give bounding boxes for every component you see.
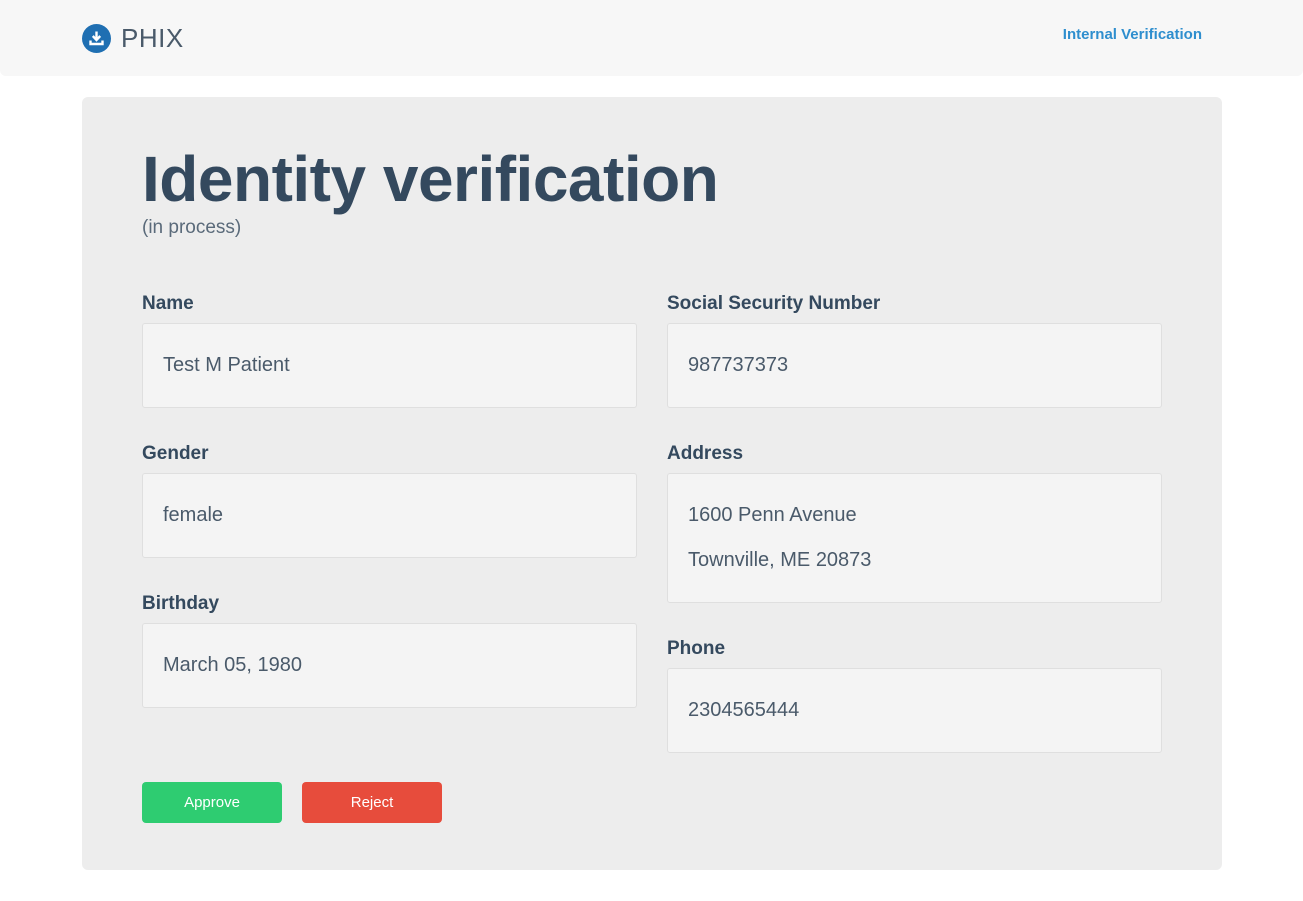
ssn-value: 987737373 [688, 354, 789, 376]
address-line-2: Townville, ME 20873 [688, 549, 872, 571]
name-label: Name [142, 293, 194, 314]
name-value-box: Test M Patient [142, 323, 637, 408]
verification-panel: Identity verification (in process) Name … [82, 97, 1222, 870]
gender-field: Gender female [142, 443, 637, 558]
birthday-value: March 05, 1980 [163, 654, 302, 676]
page-title: Identity verification [142, 143, 719, 215]
brand[interactable]: PHIX [82, 22, 184, 54]
brand-name: PHIX [121, 22, 184, 53]
navbar: PHIX Internal Verification [0, 0, 1303, 76]
approve-button[interactable]: Approve [142, 782, 282, 823]
ssn-value-box: 987737373 [667, 323, 1162, 408]
ssn-field: Social Security Number 987737373 [667, 293, 1162, 408]
phone-label: Phone [667, 638, 726, 659]
download-icon [82, 23, 111, 53]
phone-field: Phone 2304565444 [667, 638, 1162, 753]
address-label: Address [667, 443, 744, 464]
ssn-label: Social Security Number [667, 293, 881, 314]
gender-value-box: female [142, 473, 637, 558]
status-subtitle: (in process) [142, 217, 242, 238]
nav-link-internal-verification[interactable]: Internal Verification [1063, 26, 1202, 43]
birthday-value-box: March 05, 1980 [142, 623, 637, 708]
address-line-1: 1600 Penn Avenue [688, 504, 857, 526]
reject-button[interactable]: Reject [302, 782, 442, 823]
phone-value-box: 2304565444 [667, 668, 1162, 753]
gender-label: Gender [142, 443, 209, 464]
gender-value: female [163, 504, 224, 526]
phone-value: 2304565444 [688, 699, 800, 721]
name-value: Test M Patient [163, 354, 290, 376]
address-field: Address 1600 Penn Avenue Townville, ME 2… [667, 443, 1162, 603]
birthday-field: Birthday March 05, 1980 [142, 593, 637, 708]
address-value-box: 1600 Penn Avenue Townville, ME 20873 [667, 473, 1162, 603]
birthday-label: Birthday [142, 593, 220, 614]
name-field: Name Test M Patient [142, 293, 637, 408]
